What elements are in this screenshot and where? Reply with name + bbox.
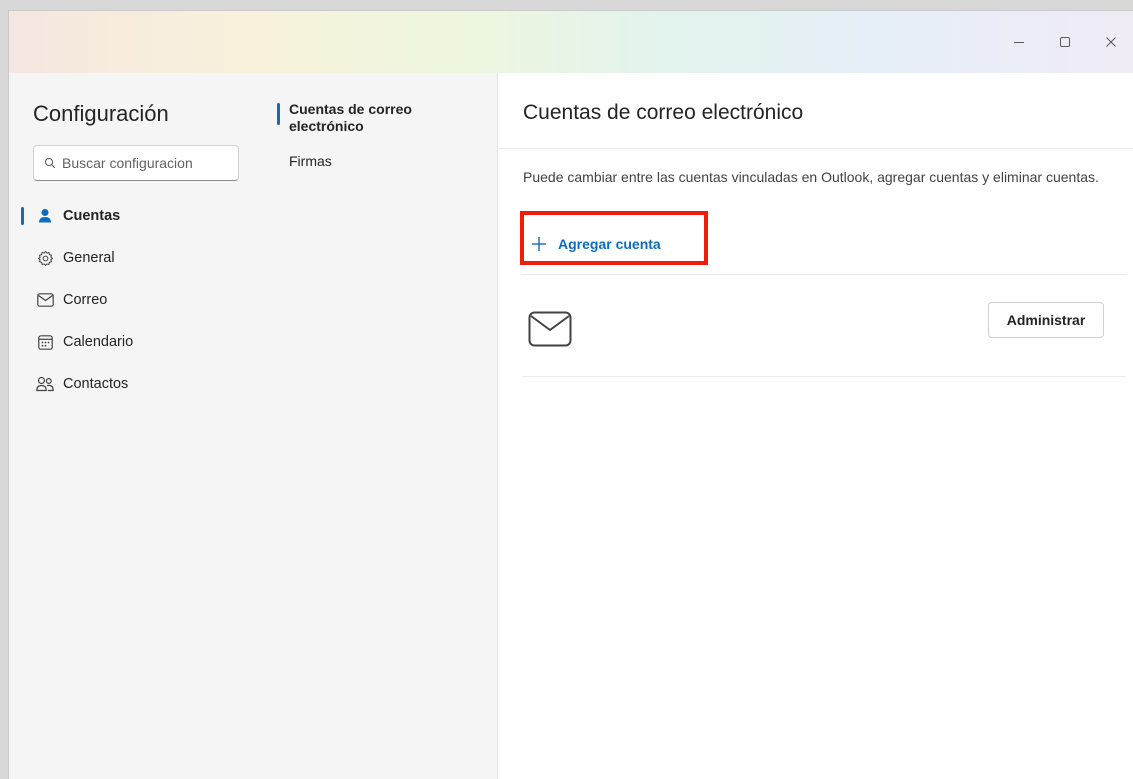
sidebar-item-calendario[interactable]: Calendario	[9, 321, 265, 363]
add-account-label: Agregar cuenta	[558, 236, 661, 252]
search-input[interactable]	[62, 155, 230, 171]
mail-icon	[35, 290, 55, 310]
sidebar-item-contactos[interactable]: Contactos	[9, 363, 265, 405]
close-button[interactable]	[1088, 22, 1133, 62]
subnav-item-email-accounts[interactable]: Cuentas de correo electrónico	[289, 101, 439, 135]
minimize-icon	[1014, 42, 1024, 43]
title-bar	[9, 11, 1133, 73]
person-icon	[35, 206, 55, 226]
sidebar-item-label: General	[63, 250, 115, 266]
search-icon	[44, 157, 56, 169]
search-box[interactable]	[33, 145, 239, 181]
sidebar-item-label: Cuentas	[63, 208, 121, 224]
people-icon	[35, 374, 55, 394]
title-divider	[498, 148, 1133, 149]
manage-button[interactable]: Administrar	[988, 302, 1104, 338]
sidebar-item-label: Contactos	[63, 376, 129, 392]
subsection-nav: Cuentas de correo electrónico Firmas	[265, 73, 498, 779]
subnav-item-signatures[interactable]: Firmas	[289, 153, 332, 170]
page-title: Cuentas de correo electrónico	[523, 101, 804, 124]
window-controls	[996, 11, 1133, 73]
sidebar-item-label: Correo	[63, 292, 108, 308]
sidebar-item-general[interactable]: General	[9, 237, 265, 279]
sidebar-item-label: Calendario	[63, 334, 134, 350]
plus-icon	[530, 235, 548, 253]
sidebar-item-correo[interactable]: Correo	[9, 279, 265, 321]
maximize-button[interactable]	[1042, 22, 1088, 62]
close-icon	[1106, 37, 1116, 47]
divider	[522, 274, 1126, 275]
page-description: Puede cambiar entre las cuentas vinculad…	[523, 169, 1099, 185]
settings-window: Configuración Cuentas General	[8, 10, 1133, 779]
main-content: Cuentas de correo electrónico Puede camb…	[498, 73, 1133, 779]
divider	[522, 376, 1126, 377]
sidebar-nav: Cuentas General Correo Calendario Contac…	[9, 195, 265, 405]
settings-sidebar: Configuración Cuentas General	[9, 73, 266, 779]
add-account-button[interactable]: Agregar cuenta	[530, 228, 661, 260]
gear-icon	[35, 248, 55, 268]
sidebar-item-cuentas[interactable]: Cuentas	[9, 195, 265, 237]
calendar-icon	[35, 332, 55, 352]
subnav-selected-indicator	[277, 103, 280, 125]
settings-title: Configuración	[33, 101, 169, 126]
minimize-button[interactable]	[996, 22, 1042, 62]
maximize-icon	[1060, 37, 1070, 47]
mail-account-icon	[528, 311, 572, 352]
